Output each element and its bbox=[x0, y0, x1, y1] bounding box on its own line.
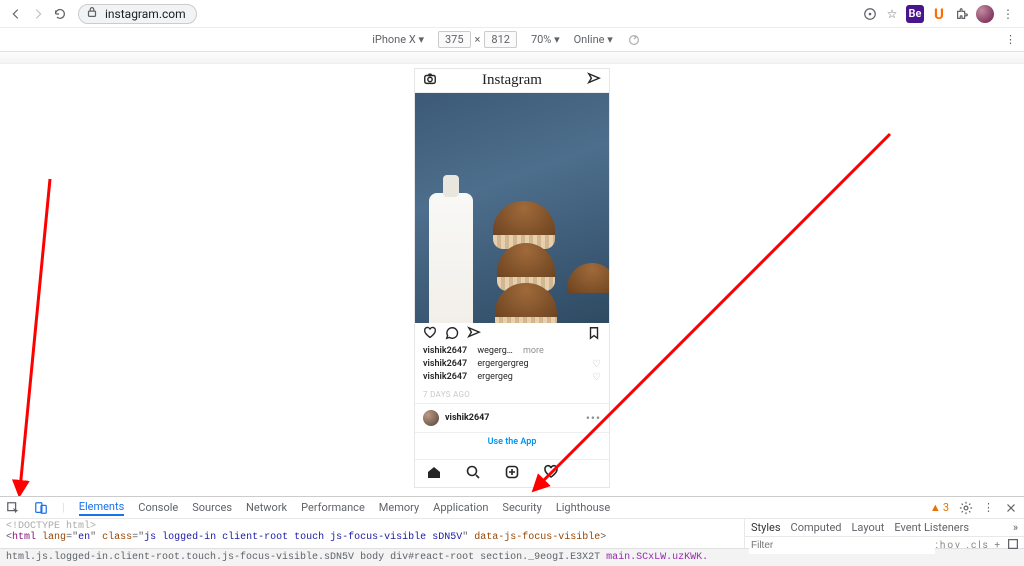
devtools: | Elements Console Sources Network Perfo… bbox=[0, 496, 1024, 548]
new-style-icon[interactable] bbox=[1006, 537, 1020, 554]
devtools-tabs: | Elements Console Sources Network Perfo… bbox=[0, 497, 1024, 519]
use-app-cta[interactable]: Use the App bbox=[415, 432, 609, 451]
ruler bbox=[0, 52, 1024, 64]
device-kebab-icon[interactable]: ⋮ bbox=[1005, 33, 1016, 46]
inspect-icon[interactable] bbox=[6, 501, 20, 515]
zoom-selector[interactable]: 70% ▾ bbox=[531, 33, 560, 46]
home-icon[interactable] bbox=[425, 464, 443, 483]
post-image[interactable] bbox=[415, 93, 609, 323]
tab-console[interactable]: Console bbox=[138, 501, 178, 514]
crumb[interactable]: section._9eogI.E3X2T bbox=[480, 552, 600, 563]
crumb[interactable]: div#react-root bbox=[390, 552, 474, 563]
dom-tree[interactable]: <!DOCTYPE html> <html lang="en" class="j… bbox=[0, 519, 744, 548]
width-input[interactable]: 375 bbox=[438, 31, 471, 48]
ig-header: Instagram bbox=[415, 69, 609, 93]
comment-row: vishik2647 wegerg… more bbox=[423, 345, 601, 358]
suggestion-user: vishik2647 bbox=[445, 413, 489, 423]
device-toggle-icon[interactable] bbox=[34, 501, 48, 515]
post-actions bbox=[415, 323, 609, 345]
url-text: instagram.com bbox=[105, 7, 186, 21]
warnings-badge[interactable]: ▲3 bbox=[930, 501, 949, 514]
tab-styles[interactable]: Styles bbox=[751, 521, 781, 534]
comments: vishik2647 wegerg… more vishik2647 erger… bbox=[415, 345, 609, 386]
tab-layout[interactable]: Layout bbox=[852, 521, 885, 534]
site-info-icon[interactable] bbox=[862, 6, 878, 22]
styles-tabs: Styles Computed Layout Event Listeners » bbox=[745, 519, 1024, 537]
ig-bottom-nav bbox=[415, 459, 609, 487]
extension-purple[interactable]: Be bbox=[906, 5, 924, 23]
styles-tools[interactable]: :hov .cls + bbox=[935, 540, 1002, 551]
device-selector[interactable]: iPhone X ▾ bbox=[372, 33, 424, 46]
camera-icon[interactable] bbox=[423, 72, 437, 89]
tab-application[interactable]: Application bbox=[433, 501, 488, 514]
ig-logo: Instagram bbox=[482, 72, 542, 89]
tab-security[interactable]: Security bbox=[502, 501, 541, 514]
post-age: 7 DAYS AGO bbox=[415, 386, 609, 403]
styles-pane: Styles Computed Layout Event Listeners »… bbox=[744, 519, 1024, 548]
browser-toolbar: instagram.com ☆ Be U ⋮ bbox=[0, 0, 1024, 28]
forward-icon[interactable] bbox=[30, 6, 46, 22]
settings-icon[interactable] bbox=[959, 501, 973, 515]
reload-icon[interactable] bbox=[52, 6, 68, 22]
html-tag: <html lang="en" class="js logged-in clie… bbox=[6, 532, 738, 543]
tab-sources[interactable]: Sources bbox=[192, 501, 232, 514]
profile-avatar[interactable] bbox=[976, 5, 994, 23]
suggestion-avatar bbox=[423, 410, 439, 426]
activity-icon[interactable] bbox=[542, 464, 560, 483]
back-icon[interactable] bbox=[8, 6, 24, 22]
tab-performance[interactable]: Performance bbox=[301, 501, 365, 514]
tab-elements[interactable]: Elements bbox=[79, 500, 125, 516]
tab-lighthouse[interactable]: Lighthouse bbox=[556, 501, 610, 514]
chevron-right-icon[interactable]: » bbox=[1013, 521, 1018, 534]
like-comment-icon[interactable]: ♡ bbox=[592, 358, 601, 371]
address-bar[interactable]: instagram.com bbox=[78, 4, 197, 24]
like-comment-icon[interactable]: ♡ bbox=[592, 371, 601, 384]
star-icon[interactable]: ☆ bbox=[884, 6, 900, 22]
extension-u[interactable]: U bbox=[930, 5, 948, 23]
comment-row: vishik2647 ergergeg♡ bbox=[423, 371, 601, 384]
device-toolbar: iPhone X ▾ 375 × 812 70% ▾ Online ▾ ⋮ bbox=[0, 28, 1024, 52]
height-input[interactable]: 812 bbox=[484, 31, 517, 48]
share-icon[interactable] bbox=[467, 326, 481, 343]
doctype: <!DOCTYPE html> bbox=[6, 521, 738, 532]
styles-filter-input[interactable] bbox=[749, 537, 935, 554]
styles-filter-row: :hov .cls + bbox=[745, 537, 1024, 554]
messages-icon[interactable] bbox=[587, 72, 601, 89]
lock-icon bbox=[85, 5, 99, 22]
tab-network[interactable]: Network bbox=[246, 501, 287, 514]
preview-stage: Instagram vishik2647 wegerg… more vishik… bbox=[0, 64, 1024, 496]
comment-row: vishik2647 ergergergreg♡ bbox=[423, 358, 601, 371]
mobile-preview: Instagram vishik2647 wegerg… more vishik… bbox=[414, 68, 610, 488]
network-selector[interactable]: Online ▾ bbox=[574, 33, 613, 46]
suggestion-row[interactable]: vishik2647 ••• bbox=[415, 403, 609, 432]
close-icon[interactable] bbox=[1004, 501, 1018, 515]
comment-icon[interactable] bbox=[445, 326, 459, 343]
crumb[interactable]: body bbox=[360, 552, 384, 563]
like-icon[interactable] bbox=[423, 326, 437, 343]
kebab-icon[interactable]: ⋮ bbox=[1000, 6, 1016, 22]
bookmark-icon[interactable] bbox=[587, 326, 601, 343]
annotation-arrow-left bbox=[10, 179, 70, 496]
tab-memory[interactable]: Memory bbox=[379, 501, 419, 514]
more-icon[interactable]: ••• bbox=[586, 411, 601, 425]
crumb[interactable]: main.SCxLW.uzKWK. bbox=[606, 552, 708, 563]
dimensions[interactable]: 375 × 812 bbox=[438, 31, 517, 48]
tab-event-listeners[interactable]: Event Listeners bbox=[894, 521, 969, 534]
crumb[interactable]: html.js.logged-in.client-root.touch.js-f… bbox=[6, 552, 354, 563]
puzzle-icon[interactable] bbox=[954, 6, 970, 22]
search-icon[interactable] bbox=[464, 464, 482, 483]
tab-computed[interactable]: Computed bbox=[791, 521, 842, 534]
add-post-icon[interactable] bbox=[503, 464, 521, 483]
rotate-icon[interactable] bbox=[627, 33, 641, 47]
devtools-kebab-icon[interactable]: ⋮ bbox=[983, 501, 994, 514]
